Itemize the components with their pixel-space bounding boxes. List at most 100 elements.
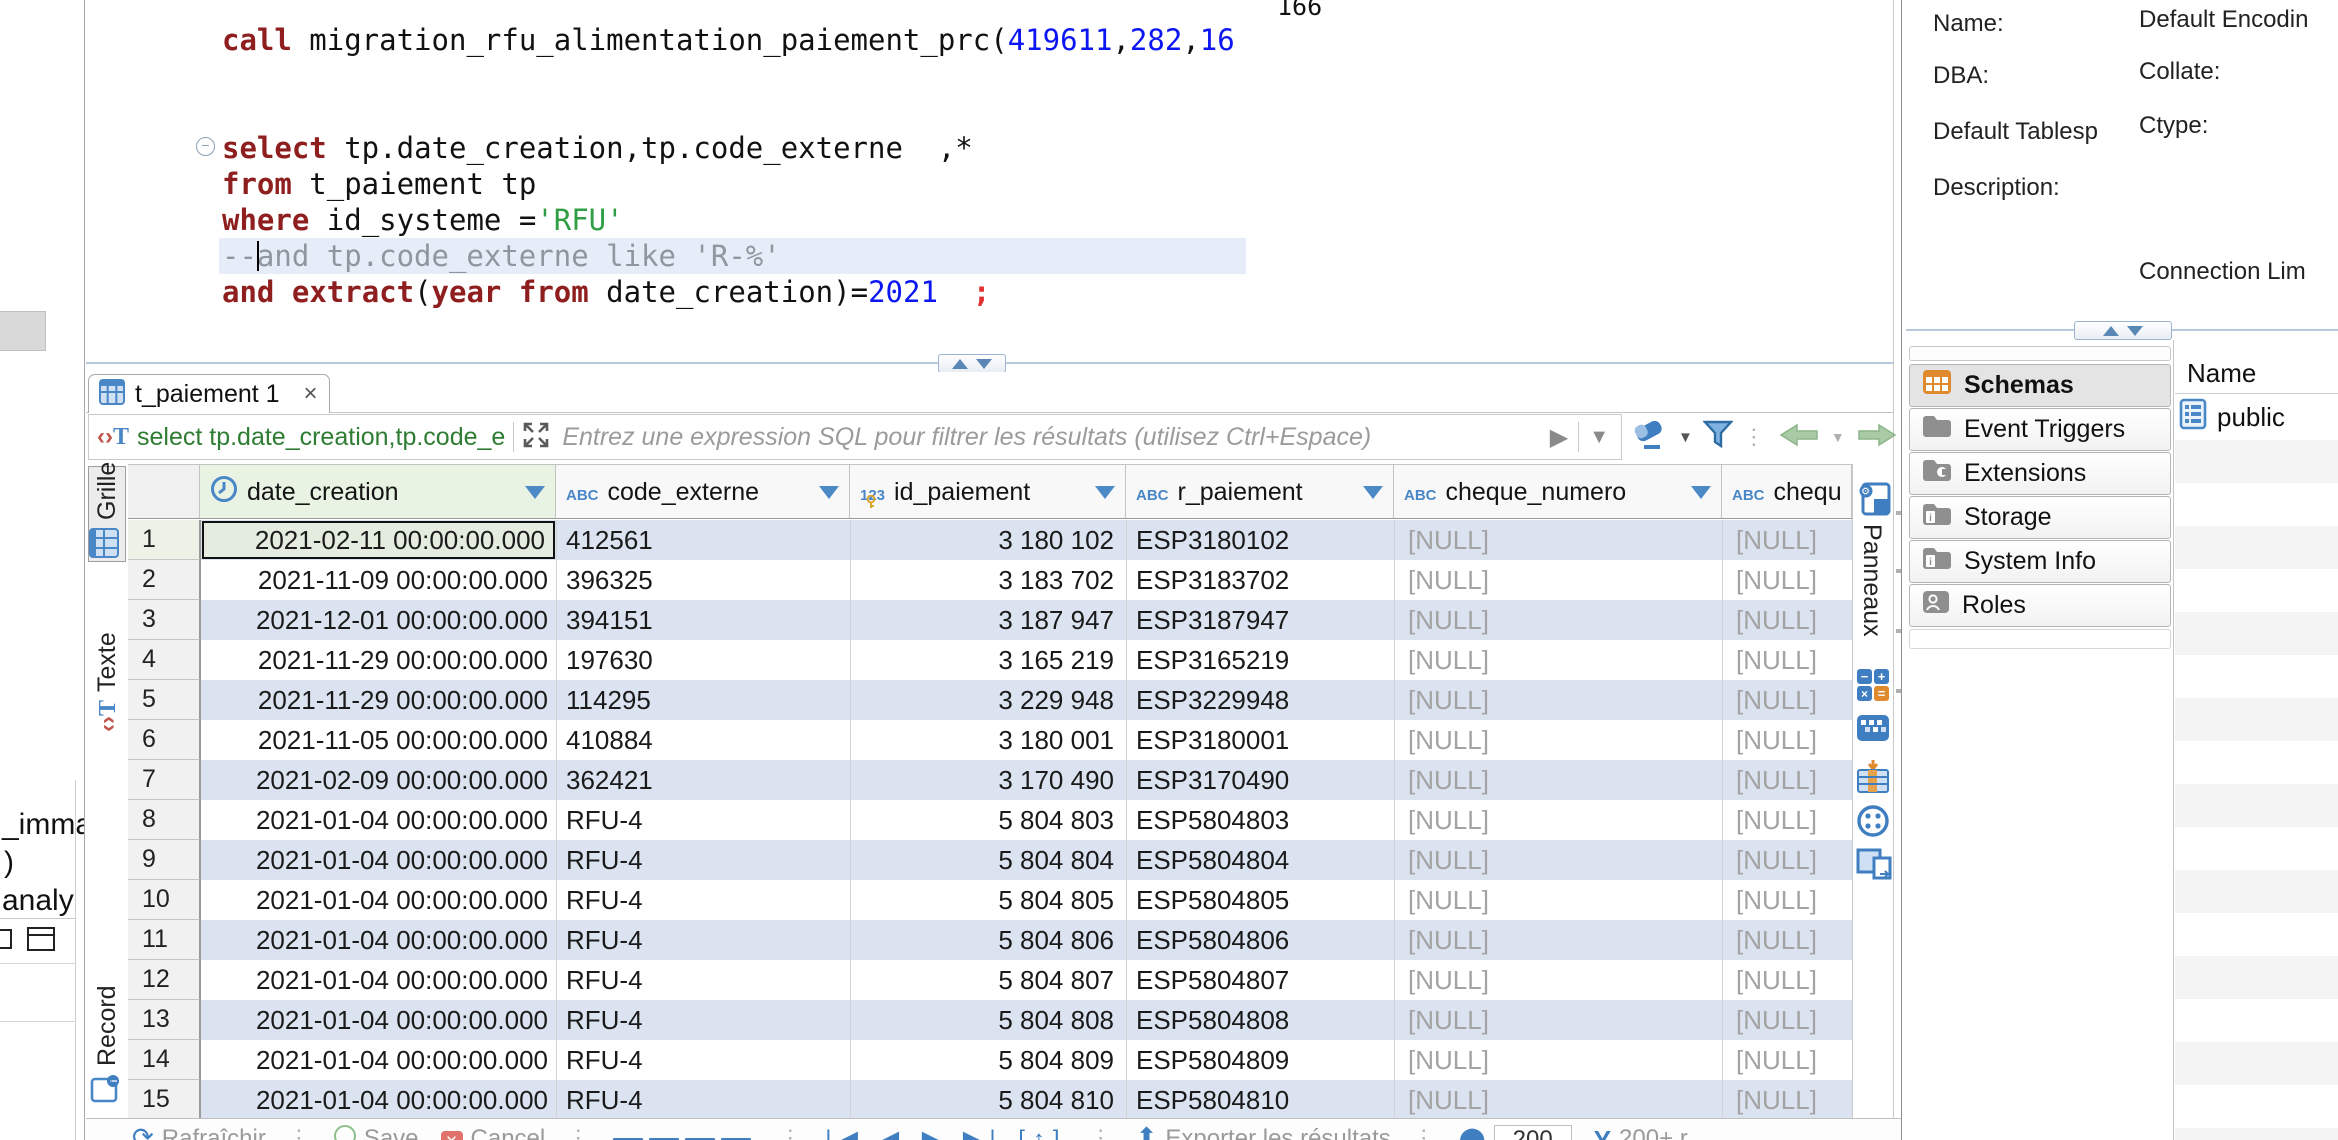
column-header-code_externe[interactable]: ABCcode_externe xyxy=(556,464,850,519)
table-cell[interactable]: [NULL] xyxy=(1394,720,1722,760)
table-cell[interactable]: 394151 xyxy=(556,600,850,640)
row-number[interactable]: 4 xyxy=(128,640,200,680)
table-cell[interactable]: 5 804 805 xyxy=(850,880,1126,920)
table-cell[interactable]: RFU-4 xyxy=(556,800,850,840)
grouping-panel-icon[interactable] xyxy=(1856,758,1890,799)
sql-editor[interactable]: 166 call migration_rfu_alimentation_paie… xyxy=(136,0,1893,356)
grid-corner-cell[interactable] xyxy=(128,464,200,519)
filter-count-button[interactable]: Y200+ r xyxy=(1594,1125,1688,1140)
table-cell[interactable]: [NULL] xyxy=(1722,520,1852,560)
table-cell[interactable]: ESP5804806 xyxy=(1126,920,1394,960)
table-cell[interactable]: [NULL] xyxy=(1394,880,1722,920)
row-number[interactable]: 11 xyxy=(128,920,200,960)
column-divider[interactable] xyxy=(1126,520,1127,1120)
table-cell[interactable]: [NULL] xyxy=(1722,800,1852,840)
eraser-dropdown-icon[interactable]: ▼ xyxy=(1678,429,1693,446)
save-button[interactable]: Save xyxy=(334,1125,419,1140)
code-line[interactable]: where id_systeme ='RFU' xyxy=(222,202,624,238)
column-filter-dropdown-icon[interactable] xyxy=(1363,486,1383,499)
table-cell[interactable]: [NULL] xyxy=(1394,520,1722,560)
code-fold-icon[interactable]: − xyxy=(196,137,215,156)
table-cell[interactable]: ESP3165219 xyxy=(1126,640,1394,680)
sql-filter-input[interactable]: ‹›T select tp.date_creation,tp.code_e En… xyxy=(88,414,1622,460)
table-cell[interactable]: 5 804 804 xyxy=(850,840,1126,880)
row-number[interactable]: 10 xyxy=(128,880,200,920)
apply-filter-play-icon[interactable]: ▶ xyxy=(1550,423,1568,452)
table-cell[interactable]: ESP3170490 xyxy=(1126,760,1394,800)
code-line[interactable]: call migration_rfu_alimentation_paiement… xyxy=(222,22,1235,58)
collapse-up-icon[interactable] xyxy=(952,359,968,369)
table-cell[interactable]: 2021-02-09 00:00:00.000 xyxy=(200,760,556,800)
results-tab-t-paiement[interactable]: t_paiement 1 × xyxy=(88,374,330,413)
calculator-panel-icon[interactable]: −+×= xyxy=(1856,668,1890,707)
table-cell[interactable]: 3 183 702 xyxy=(850,560,1126,600)
table-cell[interactable]: [NULL] xyxy=(1394,560,1722,600)
table-cell[interactable]: 3 187 947 xyxy=(850,600,1126,640)
table-cell[interactable]: [NULL] xyxy=(1722,640,1852,680)
code-line[interactable]: and extract(year from date_creation)=202… xyxy=(222,274,990,310)
table-cell[interactable]: 412561 xyxy=(556,520,850,560)
row-number[interactable]: 8 xyxy=(128,800,200,840)
column-divider[interactable] xyxy=(556,520,557,1120)
table-cell[interactable]: ESP5804809 xyxy=(1126,1040,1394,1080)
table-cell[interactable]: RFU-4 xyxy=(556,1040,850,1080)
name-column-header[interactable]: Name xyxy=(2187,358,2256,389)
filter-funnel-icon[interactable] xyxy=(1703,420,1733,455)
column-header-r_paiement[interactable]: ABCr_paiement xyxy=(1126,464,1394,519)
table-cell[interactable]: ESP5804804 xyxy=(1126,840,1394,880)
table-cell[interactable]: 2021-01-04 00:00:00.000 xyxy=(200,960,556,1000)
view-tab-grid[interactable]: Grille xyxy=(88,462,126,562)
table-cell[interactable]: ESP3180001 xyxy=(1126,720,1394,760)
table-cell[interactable]: ESP5804810 xyxy=(1126,1080,1394,1120)
table-cell[interactable]: RFU-4 xyxy=(556,960,850,1000)
view-tab-text[interactable]: ‹›T Texte xyxy=(88,582,126,736)
column-divider[interactable] xyxy=(850,520,851,1120)
table-cell[interactable]: 5 804 807 xyxy=(850,960,1126,1000)
table-cell[interactable]: 3 180 001 xyxy=(850,720,1126,760)
table-cell[interactable]: 2021-11-09 00:00:00.000 xyxy=(200,560,556,600)
code-line[interactable]: from t_paiement tp xyxy=(222,166,536,202)
accordion-item-roles[interactable]: Roles xyxy=(1909,584,2171,627)
table-cell[interactable]: RFU-4 xyxy=(556,840,850,880)
column-header-date_creation[interactable]: date_creation xyxy=(200,464,556,519)
table-cell[interactable]: [NULL] xyxy=(1394,1000,1722,1040)
table-cell[interactable]: 2021-01-04 00:00:00.000 xyxy=(200,1080,556,1120)
background-button[interactable] xyxy=(0,311,46,351)
table-cell[interactable]: [NULL] xyxy=(1394,760,1722,800)
selected-cell[interactable]: 2021-02-11 00:00:00.000 xyxy=(202,521,555,559)
table-cell[interactable]: ESP3180102 xyxy=(1126,520,1394,560)
column-header-id_paiement[interactable]: 123id_paiement xyxy=(850,464,1126,519)
code-line[interactable]: --and tp.code_externe like 'R-%' xyxy=(222,238,781,274)
column-filter-dropdown-icon[interactable] xyxy=(1691,486,1711,499)
table-cell[interactable]: 2021-11-29 00:00:00.000 xyxy=(200,640,556,680)
table-cell[interactable]: RFU-4 xyxy=(556,880,850,920)
column-filter-dropdown-icon[interactable] xyxy=(525,486,545,499)
table-cell[interactable]: 2021-11-05 00:00:00.000 xyxy=(200,720,556,760)
row-number[interactable]: 7 xyxy=(128,760,200,800)
row-number[interactable]: 14 xyxy=(128,1040,200,1080)
right-splitter-collapse-buttons[interactable] xyxy=(2074,321,2172,340)
table-cell[interactable]: [NULL] xyxy=(1394,1040,1722,1080)
collapse-down-icon[interactable] xyxy=(2127,326,2143,336)
table-cell[interactable]: 2021-11-29 00:00:00.000 xyxy=(200,680,556,720)
table-cell[interactable]: ESP3229948 xyxy=(1126,680,1394,720)
window-layout-icon[interactable] xyxy=(27,927,55,951)
layouts-button[interactable] xyxy=(613,1125,757,1140)
references-panel-icon[interactable] xyxy=(1856,848,1892,885)
table-cell[interactable]: 2021-12-01 00:00:00.000 xyxy=(200,600,556,640)
table-cell[interactable]: [NULL] xyxy=(1722,1040,1852,1080)
row-number[interactable]: 1 xyxy=(128,520,200,560)
metadata-panel-icon[interactable] xyxy=(1856,804,1890,843)
column-header-cheque_numero[interactable]: ABCcheque_numero xyxy=(1394,464,1722,519)
table-cell[interactable]: [NULL] xyxy=(1722,1080,1852,1120)
table-cell[interactable]: 197630 xyxy=(556,640,850,680)
code-line[interactable]: select tp.date_creation,tp.code_externe … xyxy=(222,130,973,166)
table-cell[interactable]: [NULL] xyxy=(1394,600,1722,640)
row-number[interactable]: 2 xyxy=(128,560,200,600)
table-cell[interactable]: 5 804 809 xyxy=(850,1040,1126,1080)
window-icon[interactable] xyxy=(0,929,12,949)
table-cell[interactable]: [NULL] xyxy=(1722,920,1852,960)
column-header-chequ[interactable]: ABCchequ xyxy=(1722,464,1852,519)
column-divider[interactable] xyxy=(1722,520,1723,1120)
table-cell[interactable]: [NULL] xyxy=(1722,720,1852,760)
